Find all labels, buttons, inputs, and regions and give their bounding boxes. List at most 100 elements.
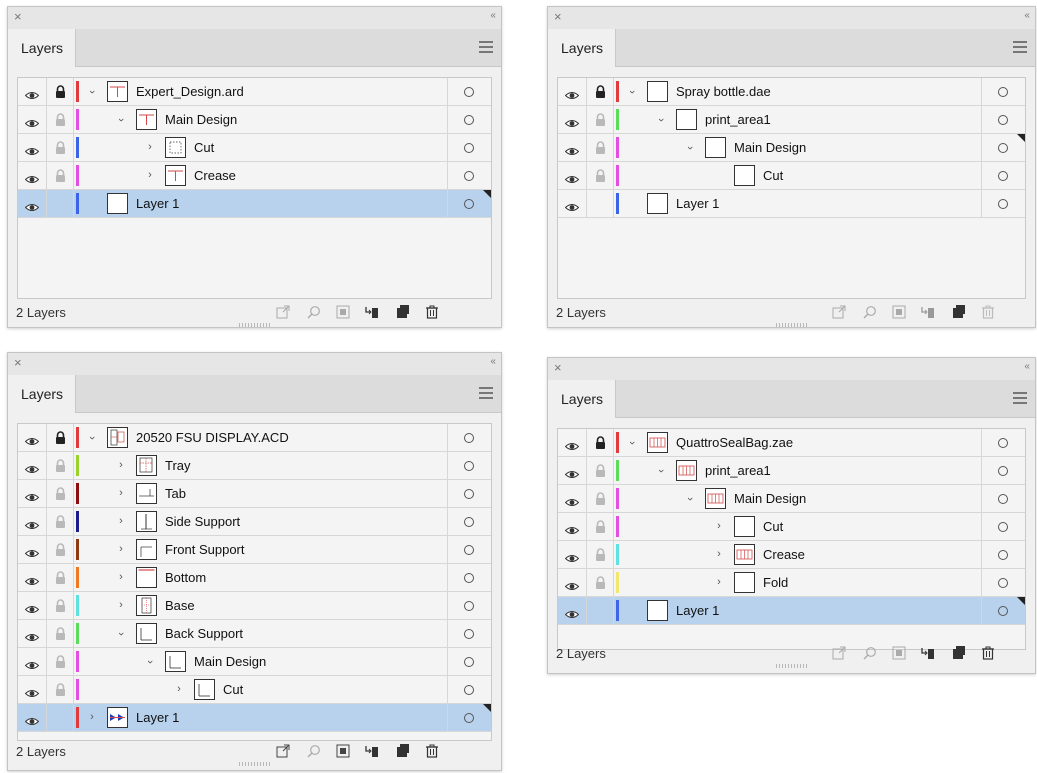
new-layer-icon[interactable] <box>396 744 410 758</box>
layer-row[interactable]: › Cut <box>18 676 491 704</box>
layer-name[interactable]: Cut <box>223 676 243 703</box>
layer-row[interactable]: Layer 1 <box>558 190 1025 218</box>
target-column[interactable] <box>981 106 1025 133</box>
target-column[interactable] <box>447 704 491 731</box>
target-column[interactable] <box>981 457 1025 484</box>
lock-toggle[interactable] <box>47 704 74 731</box>
layer-row[interactable]: › Spray bottle.dae <box>558 78 1025 106</box>
lock-toggle[interactable] <box>47 190 74 217</box>
trash-icon[interactable] <box>425 305 439 319</box>
target-column[interactable] <box>447 452 491 479</box>
chevron-down-icon[interactable]: › <box>625 438 639 448</box>
visibility-toggle[interactable] <box>18 480 47 507</box>
layer-name[interactable]: Base <box>165 592 195 619</box>
tab-layers[interactable]: Layers <box>8 375 76 413</box>
tab-layers[interactable]: Layers <box>8 29 76 67</box>
target-column[interactable] <box>981 190 1025 217</box>
target-column[interactable] <box>447 424 491 451</box>
close-icon[interactable]: × <box>14 355 22 371</box>
lock-toggle[interactable] <box>587 485 614 512</box>
visibility-toggle[interactable] <box>558 78 587 105</box>
lock-toggle[interactable] <box>587 78 614 105</box>
visibility-toggle[interactable] <box>18 620 47 647</box>
lock-toggle[interactable] <box>47 452 74 479</box>
target-circle-icon[interactable] <box>464 115 474 125</box>
layer-name[interactable]: Side Support <box>165 508 240 535</box>
layer-name[interactable]: Layer 1 <box>676 190 719 217</box>
search-icon[interactable] <box>863 305 877 319</box>
collapse-icon[interactable]: ‹‹ <box>490 10 496 21</box>
layer-row[interactable]: › print_area1 <box>558 106 1025 134</box>
panel-menu-icon[interactable] <box>1013 41 1027 53</box>
layer-name[interactable]: Crease <box>763 541 805 568</box>
visibility-toggle[interactable] <box>558 485 587 512</box>
lock-toggle[interactable] <box>587 569 614 596</box>
target-circle-icon[interactable] <box>998 143 1008 153</box>
trash-icon[interactable] <box>981 646 995 660</box>
layer-row[interactable]: › Main Design <box>558 485 1025 513</box>
chevron-right-icon[interactable]: › <box>145 140 155 154</box>
target-circle-icon[interactable] <box>998 522 1008 532</box>
layer-name[interactable]: 20520 FSU DISPLAY.ACD <box>136 424 289 451</box>
resize-grip[interactable] <box>238 762 271 766</box>
target-circle-icon[interactable] <box>998 115 1008 125</box>
panel-menu-icon[interactable] <box>1013 392 1027 404</box>
layer-row[interactable]: › print_area1 <box>558 457 1025 485</box>
chevron-down-icon[interactable]: › <box>683 143 697 153</box>
collapse-icon[interactable]: ‹‹ <box>1024 361 1030 372</box>
visibility-toggle[interactable] <box>558 106 587 133</box>
resize-grip[interactable] <box>238 323 271 327</box>
target-circle-icon[interactable] <box>464 171 474 181</box>
target-column[interactable] <box>447 78 491 105</box>
chevron-right-icon[interactable]: › <box>174 682 184 696</box>
visibility-toggle[interactable] <box>558 429 587 456</box>
target-circle-icon[interactable] <box>464 685 474 695</box>
visibility-toggle[interactable] <box>558 513 587 540</box>
layer-row[interactable]: Layer 1 <box>558 597 1025 625</box>
chevron-right-icon[interactable]: › <box>714 575 724 589</box>
layer-name[interactable]: print_area1 <box>705 457 771 484</box>
target-circle-icon[interactable] <box>464 573 474 583</box>
visibility-toggle[interactable] <box>18 424 47 451</box>
layer-name[interactable]: Expert_Design.ard <box>136 78 244 105</box>
target-circle-icon[interactable] <box>998 550 1008 560</box>
layer-name[interactable]: Fold <box>763 569 788 596</box>
export-icon[interactable] <box>832 646 846 660</box>
new-layer-icon[interactable] <box>952 646 966 660</box>
lock-toggle[interactable] <box>587 190 614 217</box>
lock-toggle[interactable] <box>47 676 74 703</box>
collapse-icon[interactable]: ‹‹ <box>490 356 496 367</box>
target-column[interactable] <box>447 508 491 535</box>
target-column[interactable] <box>447 190 491 217</box>
layer-name[interactable]: print_area1 <box>705 106 771 133</box>
layer-name[interactable]: Main Design <box>194 648 266 675</box>
lock-toggle[interactable] <box>587 162 614 189</box>
target-circle-icon[interactable] <box>998 466 1008 476</box>
panel-titlebar[interactable]: × ‹‹ <box>548 358 1035 380</box>
visibility-toggle[interactable] <box>558 569 587 596</box>
visibility-toggle[interactable] <box>18 592 47 619</box>
layer-name[interactable]: Cut <box>763 513 783 540</box>
chevron-right-icon[interactable]: › <box>116 514 126 528</box>
layer-name[interactable]: Main Design <box>734 485 806 512</box>
layer-name[interactable]: Layer 1 <box>136 704 179 731</box>
target-column[interactable] <box>981 485 1025 512</box>
target-circle-icon[interactable] <box>464 143 474 153</box>
visibility-toggle[interactable] <box>558 162 587 189</box>
lock-toggle[interactable] <box>47 564 74 591</box>
chevron-down-icon[interactable]: › <box>654 466 668 476</box>
tab-layers[interactable]: Layers <box>548 29 616 67</box>
panel-menu-icon[interactable] <box>479 387 493 399</box>
clipping-mask-icon[interactable] <box>336 744 350 758</box>
chevron-right-icon[interactable]: › <box>87 710 97 724</box>
visibility-toggle[interactable] <box>18 162 47 189</box>
close-icon[interactable]: × <box>554 360 562 376</box>
panel-titlebar[interactable]: × ‹‹ <box>548 7 1035 29</box>
visibility-toggle[interactable] <box>558 457 587 484</box>
layer-row[interactable]: › Tray <box>18 452 491 480</box>
layer-row[interactable]: › Layer 1 <box>18 704 491 732</box>
chevron-right-icon[interactable]: › <box>145 168 155 182</box>
target-column[interactable] <box>981 134 1025 161</box>
layer-name[interactable]: Layer 1 <box>136 190 179 217</box>
close-icon[interactable]: × <box>14 9 22 25</box>
